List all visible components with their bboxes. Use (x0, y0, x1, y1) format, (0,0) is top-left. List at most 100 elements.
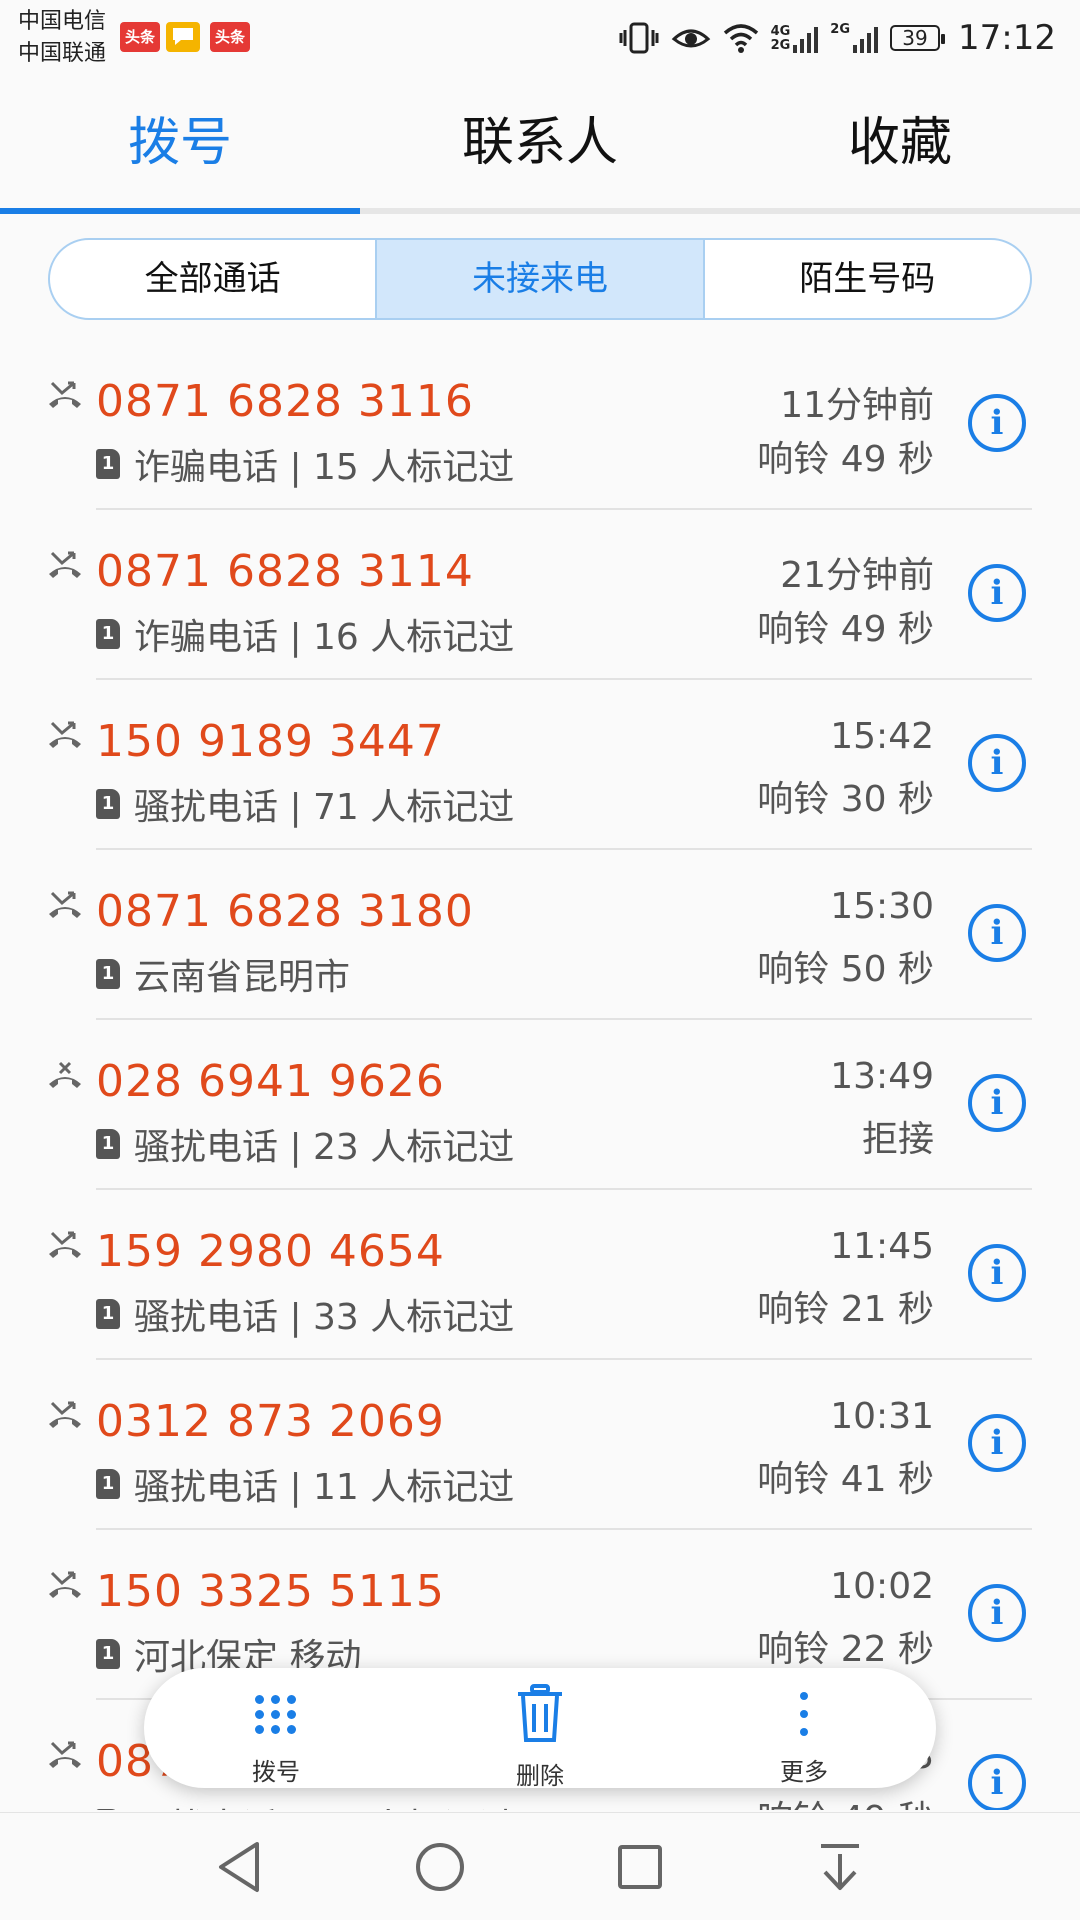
call-info-button[interactable]: i (968, 394, 1026, 452)
call-log-item[interactable]: 0871 6828 3180 1 云南省昆明市 15:30 响铃 50 秒 i (0, 850, 1080, 1020)
caller-number: 0871 6828 3180 (96, 886, 474, 937)
delete-button[interactable]: 删除 (408, 1668, 672, 1790)
ring-duration: 拒接 (861, 1119, 934, 1160)
filter-unknown-numbers[interactable]: 陌生号码 (702, 240, 1030, 318)
missed-call-icon (49, 721, 81, 748)
filter-all-calls[interactable]: 全部通话 (50, 240, 375, 318)
call-time: 11:45 (830, 1226, 934, 1267)
trash-icon (518, 1684, 562, 1742)
tab-dial[interactable]: 拨号 (0, 88, 360, 212)
main-tabs: 拨号 联系人 收藏 (0, 88, 1080, 212)
ring-duration: 响铃 49 秒 (757, 609, 934, 650)
call-time: 15:30 (830, 886, 934, 927)
call-info-button[interactable]: i (968, 734, 1026, 792)
call-log-item[interactable]: 0312 873 2069 1 骚扰电话 | 11 人标记过 10:31 响铃 41 秒… (0, 1360, 1080, 1530)
tab-contacts[interactable]: 联系人 (360, 88, 720, 212)
caller-tag: 1 云南省昆明市 (96, 948, 350, 1000)
call-info-button[interactable]: i (968, 1414, 1026, 1472)
caller-tag: 1 诈骗电话 | 15 人标记过 (96, 438, 514, 490)
caller-number: 0312 873 2069 (96, 1396, 445, 1447)
nav-notification-button[interactable] (805, 1832, 875, 1902)
call-info-button[interactable]: i (968, 564, 1026, 622)
caller-tag-text: 骚扰电话 | 33 人标记过 (134, 1297, 515, 1338)
caller-number: 028 6941 9626 (96, 1056, 445, 1107)
missed-call-icon (49, 381, 81, 408)
call-info-button[interactable]: i (968, 1074, 1026, 1132)
system-navigation-bar (0, 1812, 1080, 1920)
tab-favorites[interactable]: 收藏 (720, 88, 1080, 212)
caller-tag-text: 骚扰电话 | 23 人标记过 (134, 1127, 515, 1168)
call-info-button[interactable]: i (968, 1754, 1026, 1810)
caller-tag-text: 诈骗电话 | 16 人标记过 (134, 617, 515, 658)
more-label: 更多 (780, 1758, 828, 1786)
tab-indicator (0, 208, 360, 214)
call-log-item[interactable]: 150 9189 3447 1 骚扰电话 | 71 人标记过 15:42 响铃 30 秒… (0, 680, 1080, 850)
caller-number: 0871 6828 3116 (96, 376, 474, 427)
ring-duration: 响铃 50 秒 (757, 949, 934, 990)
caller-number: 150 9189 3447 (96, 716, 445, 767)
call-info-button[interactable]: i (968, 1584, 1026, 1642)
call-time: 13:49 (830, 1056, 934, 1097)
more-button[interactable]: 更多 (672, 1668, 936, 1788)
ring-duration: 响铃 30 秒 (757, 779, 934, 820)
filter-missed-calls[interactable]: 未接来电 (375, 240, 703, 318)
caller-number: 150 3325 5115 (96, 1566, 445, 1617)
call-time: 11分钟前 (780, 385, 934, 426)
ring-duration: 响铃 21 秒 (757, 1289, 934, 1330)
rejected-call-icon (49, 1061, 81, 1088)
status-icons: 4G 2G 2G 39 17:12 (619, 14, 1056, 62)
network-type-2g-sim2: 2G (830, 22, 851, 37)
vibrate-icon (619, 22, 659, 54)
nav-home-button[interactable] (405, 1832, 475, 1902)
nav-back-button[interactable] (205, 1832, 275, 1902)
caller-tag: 1 诈骗电话 | 16 人标记过 (96, 608, 514, 660)
call-time: 21分钟前 (780, 555, 934, 596)
call-info-button[interactable]: i (968, 1244, 1026, 1302)
ring-duration: 响铃 41 秒 (757, 1459, 934, 1500)
sim-card-icon: 1 (96, 1299, 120, 1329)
signal-sim1: 4G 2G (771, 23, 819, 53)
missed-call-icon (49, 1741, 81, 1768)
caller-tag: 1 骚扰电话 | 33 人标记过 (96, 1288, 514, 1340)
message-notification-icon (166, 22, 200, 52)
call-log-item[interactable]: 0871 6828 3114 1 诈骗电话 | 16 人标记过 21分钟前响铃 49 … (0, 510, 1080, 680)
call-log-item[interactable]: 159 2980 4654 1 骚扰电话 | 33 人标记过 11:45 响铃 21 秒… (0, 1190, 1080, 1360)
sim-card-icon: 1 (96, 959, 120, 989)
signal-bars-1 (793, 23, 819, 53)
back-triangle-icon (219, 1841, 259, 1892)
toutiao-notification-icon: 头条 (120, 22, 161, 52)
call-log-item[interactable]: 028 6941 9626 1 骚扰电话 | 23 人标记过 13:49 拒接 i (0, 1020, 1080, 1190)
sim-card-icon: 1 (96, 449, 120, 479)
carrier-2: 中国联通 (18, 41, 107, 66)
caller-number: 0871 6828 3114 (96, 546, 474, 597)
signal-sim2: 2G (830, 22, 879, 53)
call-log-item[interactable]: 0871 6828 3116 1 诈骗电话 | 15 人标记过 11分钟前响铃 49 … (0, 340, 1080, 510)
sim-card-icon: 1 (96, 1639, 120, 1669)
status-time: 17:12 (958, 18, 1056, 58)
call-log-list[interactable]: 0871 6828 3116 1 诈骗电话 | 15 人标记过 11分钟前响铃 49 … (0, 340, 1080, 1810)
carrier-info: 中国电信 中国联通 (18, 6, 106, 70)
call-info-button[interactable]: i (968, 904, 1026, 962)
call-filter-segment: 全部通话 未接来电 陌生号码 (48, 238, 1032, 320)
delete-label: 删除 (516, 1762, 564, 1790)
nav-recents-button[interactable] (605, 1832, 675, 1902)
caller-number: 159 2980 4654 (96, 1226, 445, 1277)
caller-tag: 1 骚扰电话 | 16 人标记过 (96, 1798, 514, 1810)
sim-card-icon: 1 (96, 1129, 120, 1159)
carrier-1: 中国电信 (18, 9, 107, 34)
dialpad-button[interactable]: 拨号 (144, 1668, 408, 1788)
sim-card-icon: 1 (96, 1469, 120, 1499)
ring-duration: 响铃 49 秒 (757, 1790, 934, 1810)
status-bar: 中国电信 中国联通 头条 头条 4G 2G 2G 39 17:12 (0, 0, 1080, 78)
wifi-icon (723, 24, 758, 53)
caller-tag: 1 骚扰电话 | 23 人标记过 (96, 1118, 514, 1170)
missed-call-icon (49, 891, 81, 918)
chat-icon (173, 28, 193, 45)
sim-card-icon: 1 (96, 619, 120, 649)
dialpad-icon (144, 1682, 408, 1746)
call-time: 10:31 (830, 1396, 934, 1437)
network-type-2g: 2G (770, 38, 791, 53)
more-vert-icon (672, 1682, 936, 1746)
missed-call-icon (49, 1571, 81, 1598)
ring-duration: 响铃 49 秒 (757, 439, 934, 480)
